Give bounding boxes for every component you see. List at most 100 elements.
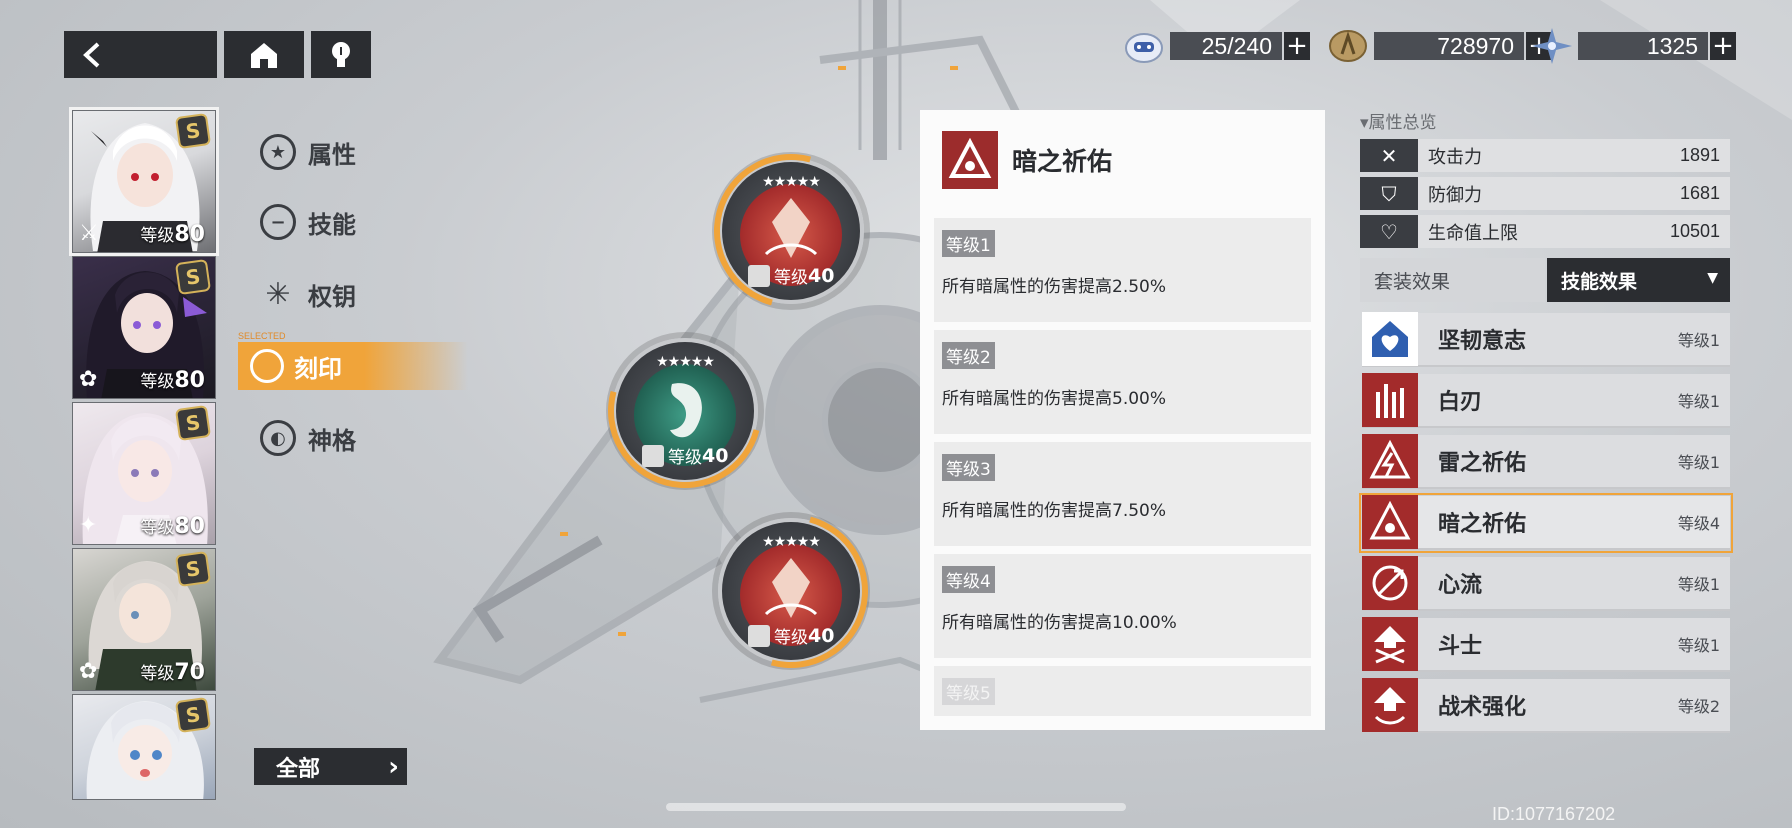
tenacity-icon bbox=[1362, 312, 1418, 366]
level-row: 等级1 所有暗属性的伤害提高2.50% bbox=[934, 218, 1311, 322]
level-tag: 等级3 bbox=[942, 454, 995, 481]
flow-icon bbox=[1362, 556, 1418, 610]
level-desc: 所有暗属性的伤害提高7.50% bbox=[942, 501, 1167, 521]
crystal-value: 1325 bbox=[1578, 32, 1708, 60]
character-card-4[interactable]: S ✿ 等级70 bbox=[72, 548, 216, 691]
thunder-icon bbox=[1362, 434, 1418, 488]
rank-s-badge: S bbox=[174, 696, 212, 734]
stamina-icon bbox=[1124, 26, 1164, 66]
effect-row[interactable]: 雷之祈佑 等级1 bbox=[1362, 434, 1730, 489]
tab-skill-effect[interactable]: 技能效果 ▼ bbox=[1547, 258, 1730, 302]
effect-tabs: 套装效果 技能效果 ▼ bbox=[1360, 258, 1730, 302]
bottom-scrollbar[interactable] bbox=[666, 803, 1126, 811]
character-card-2[interactable]: S ✿ 等级80 bbox=[72, 256, 216, 399]
class-icon: ✿ bbox=[79, 659, 98, 684]
character-list: S ⚔ 等级80 S ✿ 等级80 S ✦ 等级80 S ✿ 等级70 S bbox=[69, 107, 219, 803]
imprint-node-2[interactable]: ★★★★★ 等级 40 bbox=[579, 305, 791, 517]
level-tag: 等级2 bbox=[942, 342, 995, 369]
detail-title: 暗之祈佑 bbox=[1012, 147, 1113, 176]
character-card-3[interactable]: S ✦ 等级80 bbox=[72, 402, 216, 545]
class-icon: ✦ bbox=[79, 513, 98, 538]
detail-header: 暗之祈佑 bbox=[920, 110, 1325, 210]
character-level: 等级80 bbox=[140, 222, 205, 247]
user-id: ID:1077167202 bbox=[1492, 804, 1616, 824]
overview-title[interactable]: ▾属性总览 bbox=[1360, 108, 1437, 133]
rank-s-badge: S bbox=[174, 258, 212, 296]
node-level: 等级 40 bbox=[642, 443, 728, 468]
stamina-value: 25/240 bbox=[1170, 32, 1282, 60]
dropdown-arrow-icon: ▼ bbox=[1707, 270, 1718, 286]
level-tag: 等级5 bbox=[942, 678, 995, 705]
level-tag: 等级1 bbox=[942, 230, 995, 257]
coin-value: 728970 bbox=[1374, 32, 1524, 60]
fighter-icon bbox=[1362, 617, 1418, 671]
home-icon bbox=[251, 42, 277, 68]
currency-crystal: 1325 + bbox=[1532, 28, 1736, 64]
stat-defense: ⛉ 防御力 1681 bbox=[1360, 177, 1730, 210]
avatar bbox=[642, 444, 664, 467]
tactics-icon bbox=[1362, 678, 1418, 732]
all-button[interactable]: 全部 › bbox=[254, 748, 407, 785]
node-level: 等级 40 bbox=[748, 623, 834, 648]
selected-tag: SELECTED bbox=[238, 331, 286, 341]
avatar bbox=[748, 624, 770, 647]
effect-row[interactable]: 心流 等级1 bbox=[1362, 556, 1730, 611]
node-stars: ★★★★★ bbox=[656, 354, 715, 370]
character-level: 等级80 bbox=[140, 514, 205, 539]
lightbulb-icon bbox=[332, 41, 350, 67]
level-desc: 所有暗属性的伤害提高2.50% bbox=[942, 277, 1167, 297]
menu-skill[interactable]: − 技能 bbox=[260, 198, 356, 246]
blade-icon bbox=[1362, 373, 1418, 427]
back-button[interactable] bbox=[64, 31, 217, 78]
imprint-node-3[interactable]: ★★★★★ 等级 40 bbox=[685, 485, 897, 697]
character-level: 等级70 bbox=[140, 660, 205, 685]
crystal-icon bbox=[1532, 26, 1572, 66]
node-level: 等级 40 bbox=[748, 263, 834, 288]
effect-row[interactable]: 白刃 等级1 bbox=[1362, 373, 1730, 428]
attack-icon: ✕ bbox=[1360, 139, 1418, 172]
menu-key[interactable]: ✳ 权钥 bbox=[260, 270, 356, 318]
class-icon: ⚔ bbox=[79, 221, 99, 246]
chevron-right-icon: › bbox=[388, 752, 399, 782]
effect-row[interactable]: 战术强化 等级2 bbox=[1362, 678, 1730, 733]
avatar bbox=[748, 264, 770, 287]
node-stars: ★★★★★ bbox=[762, 534, 821, 550]
tips-button[interactable] bbox=[311, 31, 371, 78]
tab-set-effect[interactable]: 套装效果 bbox=[1360, 258, 1545, 302]
add-stamina-button[interactable]: + bbox=[1284, 32, 1310, 60]
character-level: 等级80 bbox=[140, 368, 205, 393]
effect-detail-panel: 暗之祈佑 等级1 所有暗属性的伤害提高2.50% 等级2 所有暗属性的伤害提高5… bbox=[920, 110, 1325, 730]
currency-stamina: 25/240 + bbox=[1124, 31, 1310, 63]
divinity-icon: ◐ bbox=[260, 420, 296, 456]
rank-s-badge: S bbox=[174, 550, 212, 588]
level-row: 等级2 所有暗属性的伤害提高5.00% bbox=[934, 330, 1311, 434]
level-row: 等级3 所有暗属性的伤害提高7.50% bbox=[934, 442, 1311, 546]
level-row: 等级4 所有暗属性的伤害提高10.00% bbox=[934, 554, 1311, 658]
key-icon: ✳ bbox=[265, 276, 291, 312]
class-icon: ✿ bbox=[79, 367, 98, 392]
level-desc: 所有暗属性的伤害提高10.00% bbox=[942, 613, 1177, 633]
imprint-node-1[interactable]: ★★★★★ 等级 40 bbox=[685, 125, 897, 337]
menu-divinity[interactable]: ◐ 神格 bbox=[260, 414, 356, 462]
star-icon: ★ bbox=[260, 134, 296, 170]
dark-blessing-icon bbox=[942, 131, 998, 189]
dark-icon bbox=[1362, 495, 1418, 549]
defense-icon: ⛉ bbox=[1360, 177, 1418, 210]
minus-circle-icon: − bbox=[260, 204, 296, 240]
effect-row[interactable]: 斗士 等级1 bbox=[1362, 617, 1730, 672]
effect-row-selected[interactable]: 暗之祈佑 等级4 bbox=[1359, 493, 1733, 553]
home-button[interactable] bbox=[224, 31, 304, 78]
level-desc: 所有暗属性的伤害提高5.00% bbox=[942, 389, 1167, 409]
add-crystal-button[interactable]: + bbox=[1710, 32, 1736, 60]
effect-row[interactable]: 坚韧意志 等级1 bbox=[1362, 312, 1730, 367]
back-arrow-icon bbox=[83, 42, 100, 67]
stat-hp: ♡ 生命值上限 10501 bbox=[1360, 215, 1730, 248]
level-row: 等级5 bbox=[934, 666, 1311, 716]
character-card-1[interactable]: S ⚔ 等级80 bbox=[69, 107, 219, 256]
menu-attribute[interactable]: ★ 属性 bbox=[260, 128, 356, 176]
coin-icon bbox=[1328, 26, 1368, 66]
character-card-5[interactable]: S bbox=[72, 694, 216, 800]
menu-imprint[interactable]: 刻印 bbox=[238, 342, 468, 390]
heart-icon: ♡ bbox=[1360, 215, 1418, 248]
level-tag: 等级4 bbox=[942, 566, 995, 593]
